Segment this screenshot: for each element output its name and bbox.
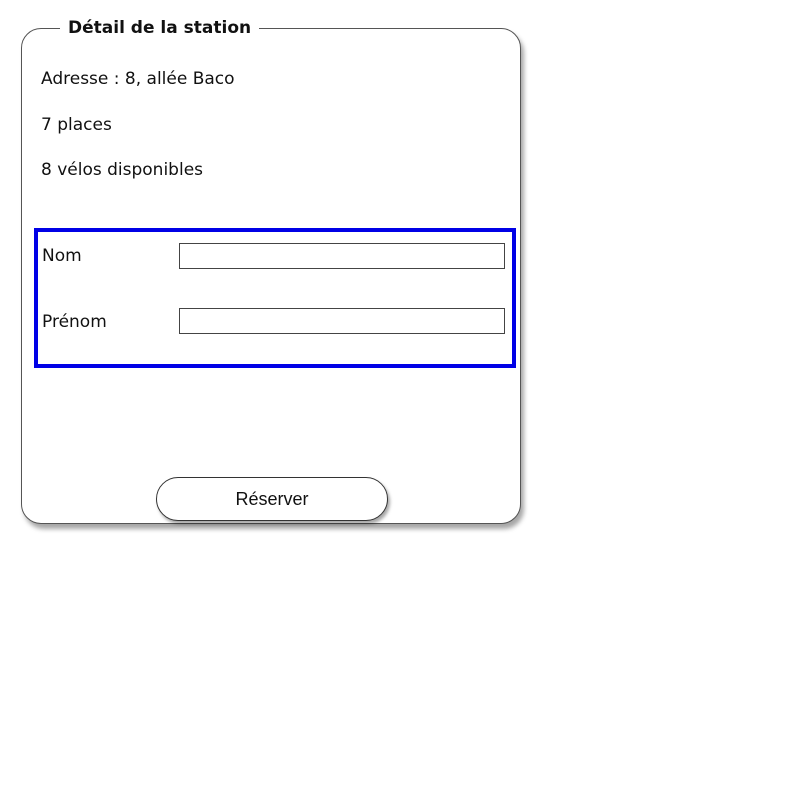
station-address: Adresse : 8, allée Baco <box>41 69 235 89</box>
station-places: 7 places <box>41 115 112 135</box>
station-bikes-available: 8 vélos disponibles <box>41 160 204 180</box>
page: Détail de la station Adresse : 8, allée … <box>0 0 800 800</box>
prenom-label: Prénom <box>42 312 107 332</box>
nom-input[interactable] <box>179 243 505 269</box>
panel-title: Détail de la station <box>60 18 260 38</box>
nom-label: Nom <box>42 246 82 266</box>
prenom-input[interactable] <box>179 308 505 334</box>
reservation-form: Nom Prénom <box>34 228 516 368</box>
reserve-button[interactable]: Réserver <box>156 477 388 521</box>
station-detail-panel: Détail de la station Adresse : 8, allée … <box>21 18 521 524</box>
